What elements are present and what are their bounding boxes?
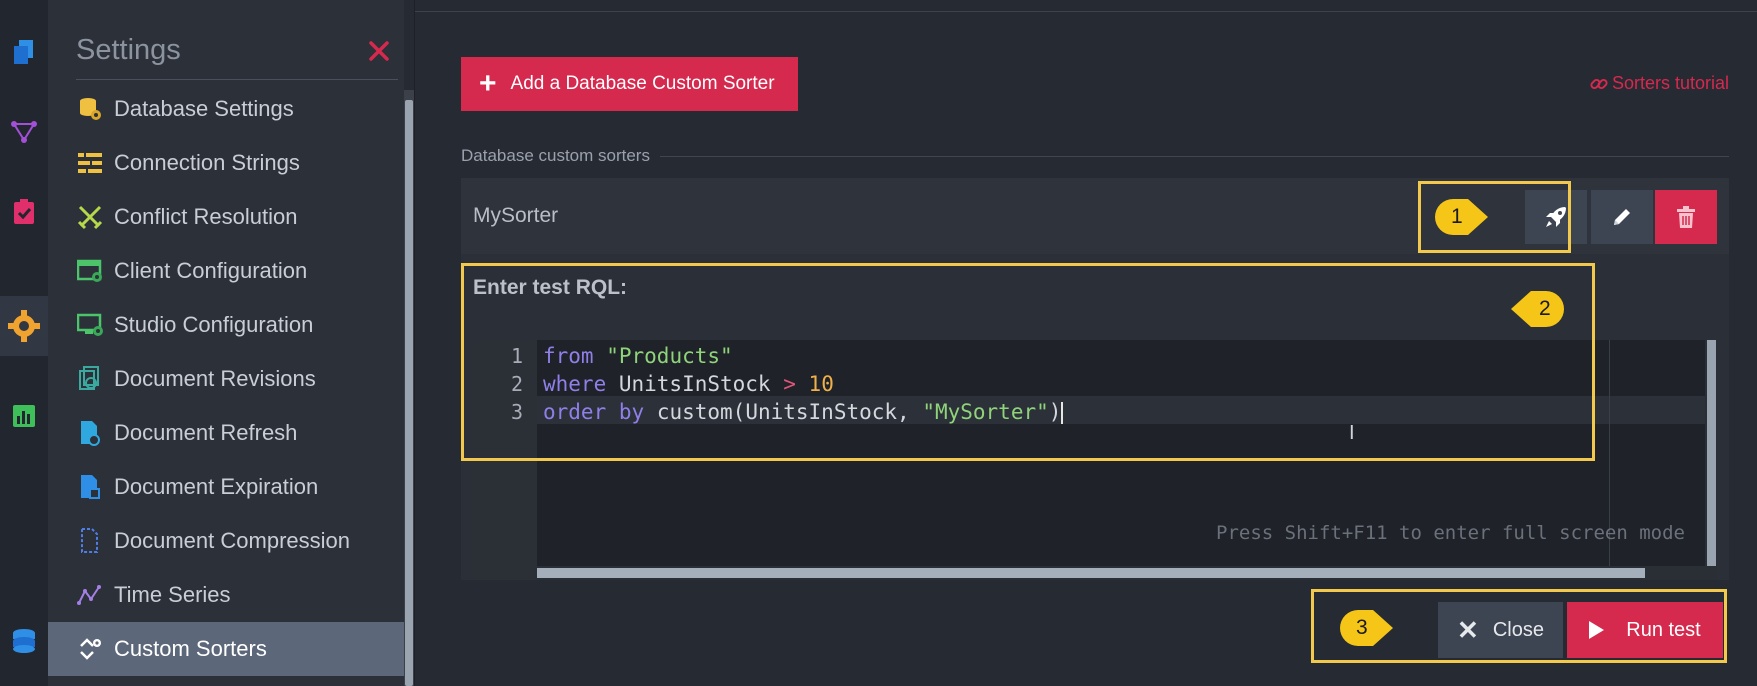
callout-3-number: 3	[1356, 616, 1368, 639]
indexes-icon	[11, 121, 37, 143]
menu-item-label: Document Refresh	[114, 420, 298, 445]
menu-item-studio-configuration[interactable]: Studio Configuration	[48, 298, 404, 352]
settings-header: Settings	[76, 34, 398, 80]
settings-scrollbar[interactable]	[404, 90, 414, 686]
editor-horizontal-scrollbar-thumb[interactable]	[537, 568, 1645, 578]
document-refresh-icon	[76, 419, 104, 447]
settings-menu: Database Settings Connection Strings Con…	[48, 82, 404, 676]
menu-item-label: Database Settings	[114, 96, 294, 121]
documents-icon	[14, 40, 33, 64]
callout-1-number: 1	[1451, 205, 1463, 228]
callout-2-number: 2	[1539, 297, 1551, 320]
menu-item-document-revisions[interactable]: Document Revisions	[48, 352, 404, 406]
rail-stats[interactable]	[0, 386, 48, 446]
client-config-icon	[76, 257, 104, 285]
edit-sorter-button[interactable]	[1591, 190, 1653, 244]
fullscreen-hint: Press Shift+F11 to enter full screen mod…	[1216, 522, 1685, 544]
add-custom-sorter-button[interactable]: + Add a Database Custom Sorter	[461, 57, 798, 111]
highlight-box-2	[461, 263, 1595, 461]
rail-settings[interactable]	[0, 296, 48, 356]
settings-scrollbar-thumb[interactable]	[405, 100, 413, 686]
sorter-name: MySorter	[473, 204, 559, 227]
menu-item-label: Client Configuration	[114, 258, 308, 283]
menu-item-label: Custom Sorters	[114, 636, 267, 661]
menu-item-label: Studio Configuration	[114, 312, 314, 337]
sorters-tutorial-link[interactable]: Sorters tutorial	[1590, 73, 1729, 94]
menu-item-conflict-resolution[interactable]: Conflict Resolution	[48, 190, 404, 244]
menu-item-label: Connection Strings	[114, 150, 300, 175]
menu-item-label: Time Series	[114, 582, 231, 607]
document-compression-icon	[76, 527, 104, 555]
time-series-icon	[76, 581, 104, 609]
crossed-swords-icon	[76, 203, 104, 231]
sorters-tutorial-label: Sorters tutorial	[1611, 73, 1729, 93]
editor-vertical-scrollbar[interactable]	[1705, 340, 1717, 566]
custom-sorters-icon	[76, 635, 104, 663]
menu-item-label: Document Expiration	[114, 474, 319, 499]
menu-item-client-configuration[interactable]: Client Configuration	[48, 244, 404, 298]
menu-item-time-series[interactable]: Time Series	[48, 568, 404, 622]
top-border	[415, 11, 1757, 12]
revisions-icon	[76, 365, 104, 393]
menu-item-document-compression[interactable]: Document Compression	[48, 514, 404, 568]
trash-icon	[1677, 206, 1695, 228]
section-label: Database custom sorters	[461, 146, 660, 166]
menu-item-label: Document Compression	[114, 528, 350, 553]
menu-item-document-refresh[interactable]: Document Refresh	[48, 406, 404, 460]
clipboard-check-icon	[14, 199, 34, 224]
menu-item-label: Document Revisions	[114, 366, 316, 391]
settings-title: Settings	[76, 34, 181, 66]
bar-chart-icon	[13, 405, 35, 427]
menu-item-custom-sorters[interactable]: Custom Sorters	[48, 622, 404, 676]
menu-item-document-expiration[interactable]: Document Expiration	[48, 460, 404, 514]
close-settings-icon[interactable]	[368, 40, 390, 62]
rail-databases[interactable]	[0, 612, 48, 672]
callout-2-icon	[1511, 291, 1564, 327]
databases-icon	[13, 629, 35, 653]
document-expiration-icon	[76, 473, 104, 501]
connection-strings-icon	[76, 149, 104, 177]
icon-rail	[0, 0, 48, 686]
studio-config-icon	[76, 311, 104, 339]
link-icon	[1590, 78, 1608, 89]
database-gear-icon	[76, 95, 104, 123]
menu-item-database-settings[interactable]: Database Settings	[48, 82, 404, 136]
add-custom-sorter-label: Add a Database Custom Sorter	[510, 73, 775, 94]
pencil-icon	[1614, 209, 1630, 225]
rail-tasks[interactable]	[0, 182, 48, 242]
delete-sorter-button[interactable]	[1655, 190, 1717, 244]
panel-divider	[414, 0, 415, 686]
rail-indexes[interactable]	[0, 101, 48, 161]
menu-item-connection-strings[interactable]: Connection Strings	[48, 136, 404, 190]
gear-icon	[8, 310, 40, 342]
editor-vertical-scrollbar-thumb[interactable]	[1707, 340, 1716, 566]
editor-horizontal-scrollbar[interactable]	[537, 566, 1717, 580]
menu-item-label: Conflict Resolution	[114, 204, 298, 229]
rail-documents[interactable]	[0, 22, 48, 82]
plus-icon: +	[479, 67, 497, 100]
settings-panel: Settings Database Settings Connection St…	[48, 0, 414, 686]
